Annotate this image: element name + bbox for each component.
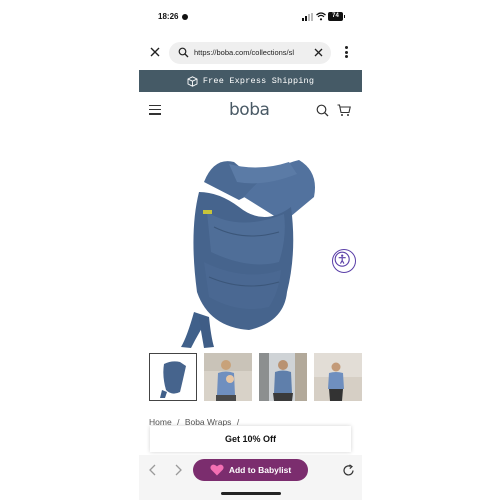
site-logo[interactable]: boba xyxy=(229,100,270,120)
search-icon xyxy=(178,47,189,58)
menu-icon[interactable] xyxy=(149,105,161,115)
more-options-icon[interactable] xyxy=(343,46,349,60)
reload-icon[interactable] xyxy=(342,464,355,477)
cart-icon[interactable] xyxy=(337,104,351,117)
accessibility-icon[interactable] xyxy=(332,249,356,273)
forward-icon[interactable] xyxy=(173,464,183,476)
status-time: 18:26 xyxy=(158,12,179,21)
promo-text: Get 10% Off xyxy=(224,434,276,444)
browser-toolbar: https://boba.com/collections/sl xyxy=(139,40,362,66)
heart-icon xyxy=(210,464,224,476)
babylist-label: Add to Babylist xyxy=(228,465,292,475)
browser-bottom-bar: Add to Babylist xyxy=(139,455,362,500)
notification-dot-icon xyxy=(182,14,188,20)
wifi-icon xyxy=(316,12,326,21)
shipping-banner: Free Express Shipping xyxy=(139,70,362,92)
discount-promo-button[interactable]: Get 10% Off xyxy=(150,426,351,452)
thumbnail-1[interactable] xyxy=(149,353,197,401)
address-bar[interactable]: https://boba.com/collections/sl xyxy=(169,42,331,64)
package-icon xyxy=(187,75,198,87)
status-bar: 18:26 74 xyxy=(139,0,362,34)
model-thumbnail-image xyxy=(204,353,252,401)
product-image[interactable] xyxy=(139,130,362,350)
back-icon[interactable] xyxy=(148,464,158,476)
product-thumbnails xyxy=(149,353,362,403)
thumbnail-4[interactable] xyxy=(314,353,362,401)
home-indicator xyxy=(221,492,281,495)
shipping-banner-text: Free Express Shipping xyxy=(202,76,315,86)
url-text[interactable]: https://boba.com/collections/sl xyxy=(194,48,307,57)
battery-icon: 74 xyxy=(328,12,345,21)
mobile-screen: 18:26 74 https://boba.com/collections/sl xyxy=(139,0,362,500)
site-header: boba xyxy=(139,96,362,126)
search-icon[interactable] xyxy=(316,104,329,117)
close-icon[interactable] xyxy=(149,46,161,58)
signal-icon xyxy=(302,13,314,21)
model-thumbnail-image xyxy=(259,353,307,401)
model-thumbnail-image xyxy=(314,353,362,401)
thumbnail-2[interactable] xyxy=(204,353,252,401)
add-to-babylist-button[interactable]: Add to Babylist xyxy=(193,459,308,481)
baby-wrap-carrier-image xyxy=(181,160,315,348)
carrier-thumbnail-image xyxy=(150,354,196,400)
clear-url-icon[interactable] xyxy=(313,47,324,58)
thumbnail-3[interactable] xyxy=(259,353,307,401)
